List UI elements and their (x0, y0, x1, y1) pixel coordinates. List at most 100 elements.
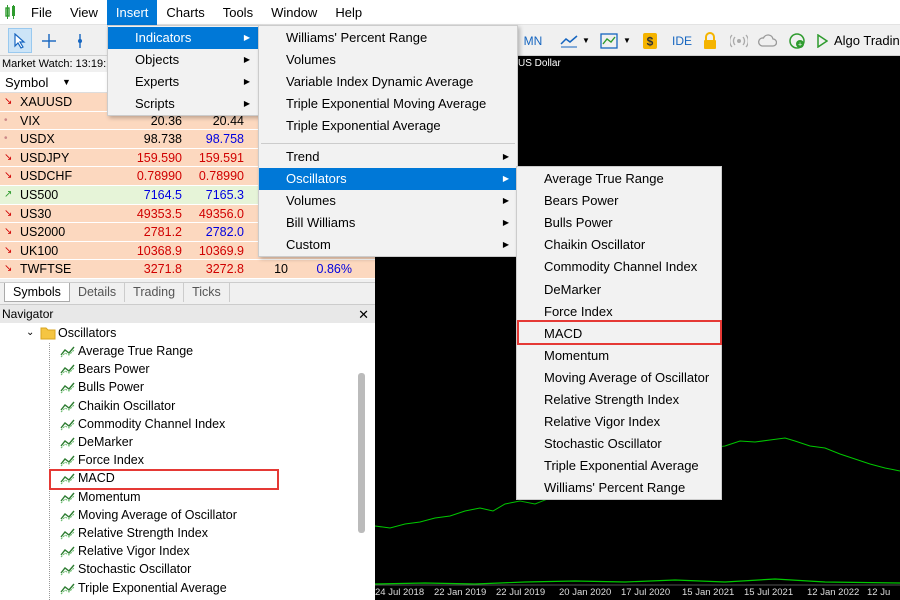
chevron-down-icon[interactable]: ▼ (580, 28, 592, 53)
menu-item-label: Scripts (135, 96, 175, 111)
indicators-group-trend[interactable]: Trend ▶ (259, 146, 517, 168)
oscillators-menu-item[interactable]: DeMarker (517, 279, 721, 301)
app-chart-icon[interactable] (0, 0, 22, 25)
row-bid: 2781.2 (143, 225, 182, 240)
cursor-icon[interactable] (8, 28, 32, 53)
oscillators-menu-item[interactable]: Stochastic Oscillator (517, 433, 721, 455)
indicators-group-custom[interactable]: Custom ▶ (259, 234, 517, 256)
market-watch-row[interactable]: ↘ TWFTSE 3271.8 3272.8 10 0.86% (0, 260, 375, 279)
vertical-line-icon[interactable] (70, 28, 90, 53)
globe-icon[interactable]: + (786, 28, 808, 53)
column-symbol[interactable]: Symbol (5, 72, 48, 93)
indicators-menu-item[interactable]: Triple Exponential Average (259, 115, 517, 137)
row-ask: 7165.3 (205, 187, 244, 202)
navigator-item[interactable]: Relative Vigor Index (60, 542, 190, 560)
navigator-item-label: Relative Strength Index (78, 526, 208, 540)
menu-insert[interactable]: Insert (106, 0, 158, 25)
row-symbol: USDCHF (20, 169, 73, 184)
navigator-item[interactable]: DeMarker (60, 433, 133, 451)
indicators-menu-item[interactable]: Variable Index Dynamic Average (259, 71, 517, 93)
navigator-item[interactable]: Triple Exponential Average (60, 579, 227, 597)
navigator-item-label: Triple Exponential Average (78, 580, 227, 595)
navigator-folder-label: Oscillators (58, 326, 117, 340)
ide-button[interactable]: IDE (670, 28, 694, 53)
indicator-icon (60, 382, 75, 394)
indicators-group-volumes[interactable]: Volumes ▶ (259, 190, 517, 212)
navigator-item[interactable]: Moving Average of Oscillator (60, 506, 237, 524)
oscillators-menu-item[interactable]: Bulls Power (517, 212, 721, 234)
menu-file[interactable]: File (22, 0, 61, 25)
navigator-item[interactable]: Commodity Channel Index (60, 415, 225, 433)
navigator-item-label: Commodity Channel Index (78, 416, 226, 431)
oscillators-menu-item[interactable]: Moving Average of Oscillator (517, 367, 721, 389)
lock-icon[interactable] (700, 28, 720, 53)
tab-symbols[interactable]: Symbols (4, 283, 70, 302)
submenu-arrow-icon: ▶ (502, 218, 509, 227)
menu-view[interactable]: View (61, 0, 107, 25)
chevron-down-icon[interactable]: ⌄ (26, 324, 40, 342)
row-symbol: US30 (20, 206, 52, 221)
menu-window[interactable]: Window (262, 0, 326, 25)
insert-menu-item-scripts[interactable]: Scripts ▶ (108, 93, 258, 115)
algo-trading-button[interactable]: Algo Tradin (816, 28, 900, 53)
row-bid: 98.738 (143, 132, 182, 147)
indicators-menu: Williams' Percent Range Volumes Variable I… (258, 25, 518, 257)
menu-help[interactable]: Help (326, 0, 371, 25)
menu-item-label: Volumes (286, 193, 336, 208)
cloud-icon[interactable] (756, 28, 778, 53)
tab-details[interactable]: Details (70, 283, 126, 302)
oscillators-menu-item[interactable]: Relative Vigor Index (517, 411, 721, 433)
oscillators-menu-item[interactable]: Relative Strength Index (517, 389, 721, 411)
navigator-item[interactable]: Bears Power (60, 360, 150, 378)
signal-icon[interactable] (728, 28, 750, 53)
navigator-item[interactable]: Relative Strength Index (60, 524, 208, 542)
row-bid: 159.590 (136, 150, 182, 165)
crosshair-icon[interactable] (36, 28, 62, 53)
navigator-item-label: Momentum (78, 489, 141, 504)
navigator-item[interactable]: Chaikin Oscillator (60, 397, 175, 415)
navigator-item[interactable]: Bulls Power (60, 378, 144, 396)
oscillators-menu-item[interactable]: Triple Exponential Average (517, 455, 721, 477)
navigator-item[interactable]: Stochastic Oscillator (60, 560, 191, 578)
menu-separator (261, 143, 515, 144)
navigator-item[interactable]: Momentum (60, 488, 141, 506)
indicator-icon (60, 583, 75, 594)
chart-template-icon[interactable] (598, 28, 620, 53)
indicators-group-bill-williams[interactable]: Bill Williams ▶ (259, 212, 517, 234)
line-chart-icon[interactable] (558, 28, 580, 53)
navigator-item[interactable]: Force Index (60, 451, 144, 469)
chevron-down-icon[interactable]: ▼ (621, 28, 633, 53)
insert-menu-item-indicators[interactable]: Indicators ▶ (108, 27, 258, 49)
oscillators-menu-item[interactable]: Commodity Channel Index (517, 256, 721, 278)
dollar-icon[interactable]: $ (640, 28, 660, 53)
navigator-folder-oscillators[interactable]: ⌄ Oscillators (26, 324, 116, 342)
indicators-group-oscillators[interactable]: Oscillators ▶ (259, 168, 517, 190)
insert-menu-item-experts[interactable]: Experts ▶ (108, 71, 258, 93)
indicator-icon (60, 528, 75, 540)
oscillators-menu-item[interactable]: Average True Range (517, 168, 721, 190)
navigator-scrollbar[interactable] (358, 373, 365, 533)
menu-charts[interactable]: Charts (157, 0, 213, 25)
indicator-icon (60, 401, 75, 412)
oscillators-menu-item[interactable]: Bears Power (517, 190, 721, 212)
row-symbol: USDX (20, 132, 55, 147)
oscillators-menu-item[interactable]: Momentum (517, 345, 721, 367)
arrow-down-icon: ↘ (4, 207, 13, 219)
insert-menu-item-objects[interactable]: Objects ▶ (108, 49, 258, 71)
chevron-down-icon[interactable]: ▼ (62, 72, 71, 93)
indicators-menu-item[interactable]: Volumes (259, 49, 517, 71)
oscillators-menu-item[interactable]: Chaikin Oscillator (517, 234, 721, 256)
row-ask: 0.78990 (198, 169, 244, 184)
indicators-menu-item[interactable]: Triple Exponential Moving Average (259, 93, 517, 115)
row-bid: 10368.9 (136, 243, 182, 258)
navigator-item[interactable]: Average True Range (60, 342, 193, 360)
tab-trading[interactable]: Trading (125, 283, 185, 302)
x-tick-label: 17 Jul 2020 (621, 587, 670, 598)
oscillators-menu-item[interactable]: Williams' Percent Range (517, 477, 721, 499)
x-tick-label: 12 Ju (867, 587, 890, 598)
timeframe-mn-button[interactable]: MN (520, 28, 546, 53)
close-icon[interactable]: ✕ (358, 305, 369, 324)
indicators-menu-item[interactable]: Williams' Percent Range (259, 27, 517, 49)
menu-tools[interactable]: Tools (214, 0, 262, 25)
tab-ticks[interactable]: Ticks (184, 283, 230, 302)
